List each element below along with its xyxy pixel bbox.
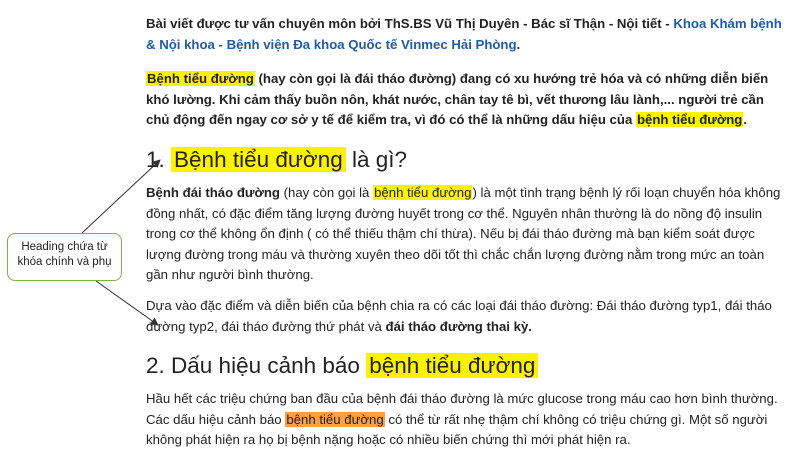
callout-text: Heading chứa từ khóa chính và phụ bbox=[17, 241, 112, 268]
heading-text: là gì? bbox=[345, 146, 408, 172]
section-2-paragraph-1: Hầu hết các triệu chứng ban đầu của bệnh… bbox=[146, 389, 786, 451]
lead-text-end: . bbox=[743, 112, 747, 128]
callout-box: Heading chứa từ khóa chính và phụ bbox=[7, 233, 122, 281]
heading-text: Dấu hiệu cảnh báo bbox=[171, 353, 367, 379]
section-1-paragraph-2: Dựa vào đặc điểm và diễn biến của bệnh c… bbox=[146, 296, 786, 337]
bold-term: đái tháo đường thai kỳ. bbox=[385, 318, 532, 334]
section-1-paragraph-1: Bệnh đái tháo đường (hay còn gọi là bệnh… bbox=[146, 183, 786, 286]
heading-number: 2. bbox=[146, 353, 172, 379]
keyword-highlight-orange: bệnh tiểu đường bbox=[285, 411, 385, 427]
heading-section-2: 2. Dấu hiệu cảnh báo bệnh tiểu đường bbox=[146, 351, 786, 381]
lead-paragraph: Bệnh tiểu đường (hay còn gọi là đái tháo… bbox=[146, 69, 786, 131]
heading-keyword-highlight: Bệnh tiểu đường bbox=[171, 146, 346, 172]
author-note-suffix: . bbox=[516, 36, 521, 52]
author-note: Bài viết được tư vấn chuyên môn bởi ThS.… bbox=[146, 14, 786, 55]
heading-number: 1. bbox=[146, 146, 172, 172]
bold-term: Bệnh đái tháo đường bbox=[146, 184, 280, 200]
author-note-text: Bài viết được tư vấn chuyên môn bởi ThS.… bbox=[146, 16, 674, 31]
keyword-highlight: Bệnh tiểu đường bbox=[146, 71, 255, 87]
keyword-highlight: bệnh tiểu đường bbox=[373, 184, 473, 200]
heading-section-1: 1. Bệnh tiểu đường là gì? bbox=[146, 145, 786, 175]
article-body: Bài viết được tư vấn chuyên môn bởi ThS.… bbox=[146, 14, 786, 451]
paragraph-text: (hay còn gọi là bbox=[279, 184, 374, 200]
keyword-highlight: bệnh tiểu đường bbox=[635, 112, 744, 128]
heading-keyword-highlight: bệnh tiểu đường bbox=[366, 353, 539, 379]
